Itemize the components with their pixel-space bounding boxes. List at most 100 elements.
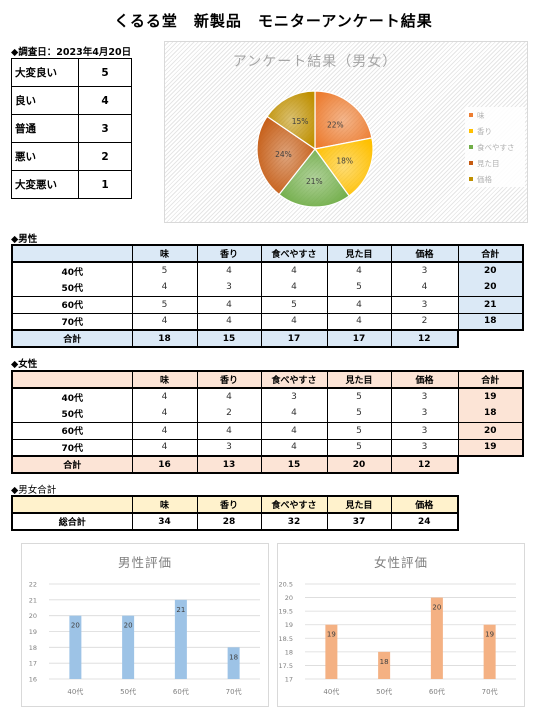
rating-row: 大変悪い 1 (11, 170, 132, 199)
column-header: 食べやすさ (260, 495, 328, 514)
combined-table: 味香り 食べやすさ 見た目 価格 総合計 34 28 32 37 24 (11, 495, 459, 531)
sum-row: 合計 18 15 17 17 12 (11, 329, 523, 348)
female-table: 味香り 食べやすさ 見た目 価格 合計 40代 4 4 3 5 3 19 50代 4 2 4 5 3 18 60代 4 4… (11, 370, 524, 474)
score-cell: 4 (260, 262, 328, 279)
column-header: 価格 (390, 495, 459, 514)
y-tick-label: 18 (29, 644, 37, 652)
age-label: 40代 (11, 388, 133, 405)
legend-swatch (469, 129, 473, 133)
legend-item: 香り (465, 123, 525, 139)
grand-total-value: 32 (260, 513, 328, 531)
age-label: 70代 (11, 312, 133, 330)
score-cell: 4 (260, 312, 328, 330)
header-blank (11, 244, 133, 263)
bar-data-label: 18 (229, 653, 238, 661)
legend-swatch (469, 161, 473, 165)
score-cell: 4 (196, 312, 262, 330)
grand-total-value: 34 (131, 513, 198, 531)
score-cell: 4 (326, 262, 392, 279)
male-bar-chart: 16 17 18 19 20 21 22 20 40代 20 50代 21 60代 18 70代 (29, 581, 260, 696)
row-total: 20 (457, 262, 524, 279)
column-sum: 13 (196, 455, 262, 474)
column-header: 香り (196, 495, 262, 514)
score-cell: 4 (260, 405, 328, 422)
column-sum: 15 (260, 455, 328, 474)
x-tick-label: 50代 (376, 687, 392, 696)
score-cell: 4 (326, 295, 392, 313)
column-sum: 17 (260, 329, 328, 348)
column-header: 食べやすさ (260, 370, 328, 389)
y-tick-label: 19.5 (279, 608, 293, 616)
score-cell: 5 (260, 295, 328, 313)
grand-total-value: 37 (326, 513, 392, 531)
pie-data-label: 22% (327, 120, 344, 129)
age-label: 50代 (11, 279, 133, 296)
row-total: 19 (457, 438, 524, 457)
score-cell: 3 (260, 388, 328, 405)
sum-label: 合計 (11, 455, 133, 474)
bar-data-label: 21 (176, 606, 185, 614)
pie-chart: 22% 18% 21% 24% 15% (256, 90, 374, 208)
rating-value: 3 (78, 114, 132, 143)
empty-cell (458, 456, 523, 473)
column-header: 見た目 (326, 495, 392, 514)
rating-label: 大変良い (11, 58, 79, 87)
score-cell: 4 (196, 262, 262, 279)
column-sum: 12 (390, 329, 459, 348)
y-tick-label: 18.5 (279, 635, 293, 643)
y-tick-label: 20.5 (279, 581, 293, 589)
age-label: 40代 (11, 262, 133, 279)
x-tick-label: 60代 (173, 687, 189, 696)
bar-data-label: 20 (432, 604, 441, 612)
score-cell: 3 (390, 405, 459, 422)
legend-label: 香り (477, 126, 492, 136)
column-header: 味 (131, 244, 198, 263)
rating-scale-table: 大変良い 5 良い 4 普通 3 悪い 2 大変悪い 1 (11, 58, 132, 199)
header-row: 味香り 食べやすさ 見た目 価格 合計 (11, 370, 524, 389)
score-cell: 3 (196, 438, 262, 456)
row-total: 18 (457, 405, 524, 422)
column-header: 価格 (390, 370, 459, 389)
bar-data-label: 19 (327, 631, 336, 639)
rating-value: 4 (78, 86, 132, 115)
column-header: 見た目 (326, 370, 392, 389)
age-label: 50代 (11, 405, 133, 422)
score-cell: 4 (131, 421, 198, 439)
rating-row: 良い 4 (11, 86, 132, 115)
male-bar-chart-panel: 男性評価 16 17 18 19 20 21 22 20 40代 20 50代 21 60代 18 70代 (21, 543, 269, 707)
row-total: 20 (457, 279, 524, 296)
x-tick-label: 40代 (323, 687, 339, 696)
table-row: 70代 4 4 4 4 2 18 (11, 312, 524, 331)
column-header: 食べやすさ (260, 244, 328, 263)
score-cell: 5 (326, 421, 392, 439)
column-header: 見た目 (326, 244, 392, 263)
x-tick-label: 60代 (429, 687, 445, 696)
score-cell: 3 (390, 421, 459, 439)
score-cell: 4 (196, 388, 262, 405)
column-header: 香り (196, 370, 262, 389)
survey-date: ◆調査日：2023年4月20日 (11, 47, 132, 58)
legend-label: 見た目 (477, 158, 500, 168)
score-cell: 2 (196, 405, 262, 422)
rating-row: 普通 3 (11, 114, 132, 143)
column-sum: 15 (196, 329, 262, 348)
score-cell: 4 (260, 438, 328, 456)
column-header: 香り (196, 244, 262, 263)
score-cell: 4 (131, 312, 198, 330)
male-section-label: ◆男性 (11, 234, 38, 245)
column-sum: 20 (326, 455, 392, 474)
score-cell: 4 (131, 279, 198, 296)
column-header: 合計 (457, 244, 524, 263)
row-total: 20 (457, 421, 524, 439)
score-cell: 5 (131, 262, 198, 279)
table-row: 70代 4 3 4 5 3 19 (11, 438, 524, 457)
score-cell: 3 (196, 279, 262, 296)
score-cell: 5 (326, 405, 392, 422)
score-cell: 4 (260, 279, 328, 296)
column-sum: 12 (390, 455, 459, 474)
column-header: 味 (131, 495, 198, 514)
empty-cell (458, 330, 523, 347)
pie-data-label: 21% (306, 177, 323, 186)
y-tick-label: 19 (29, 628, 37, 636)
legend-swatch (469, 145, 473, 149)
